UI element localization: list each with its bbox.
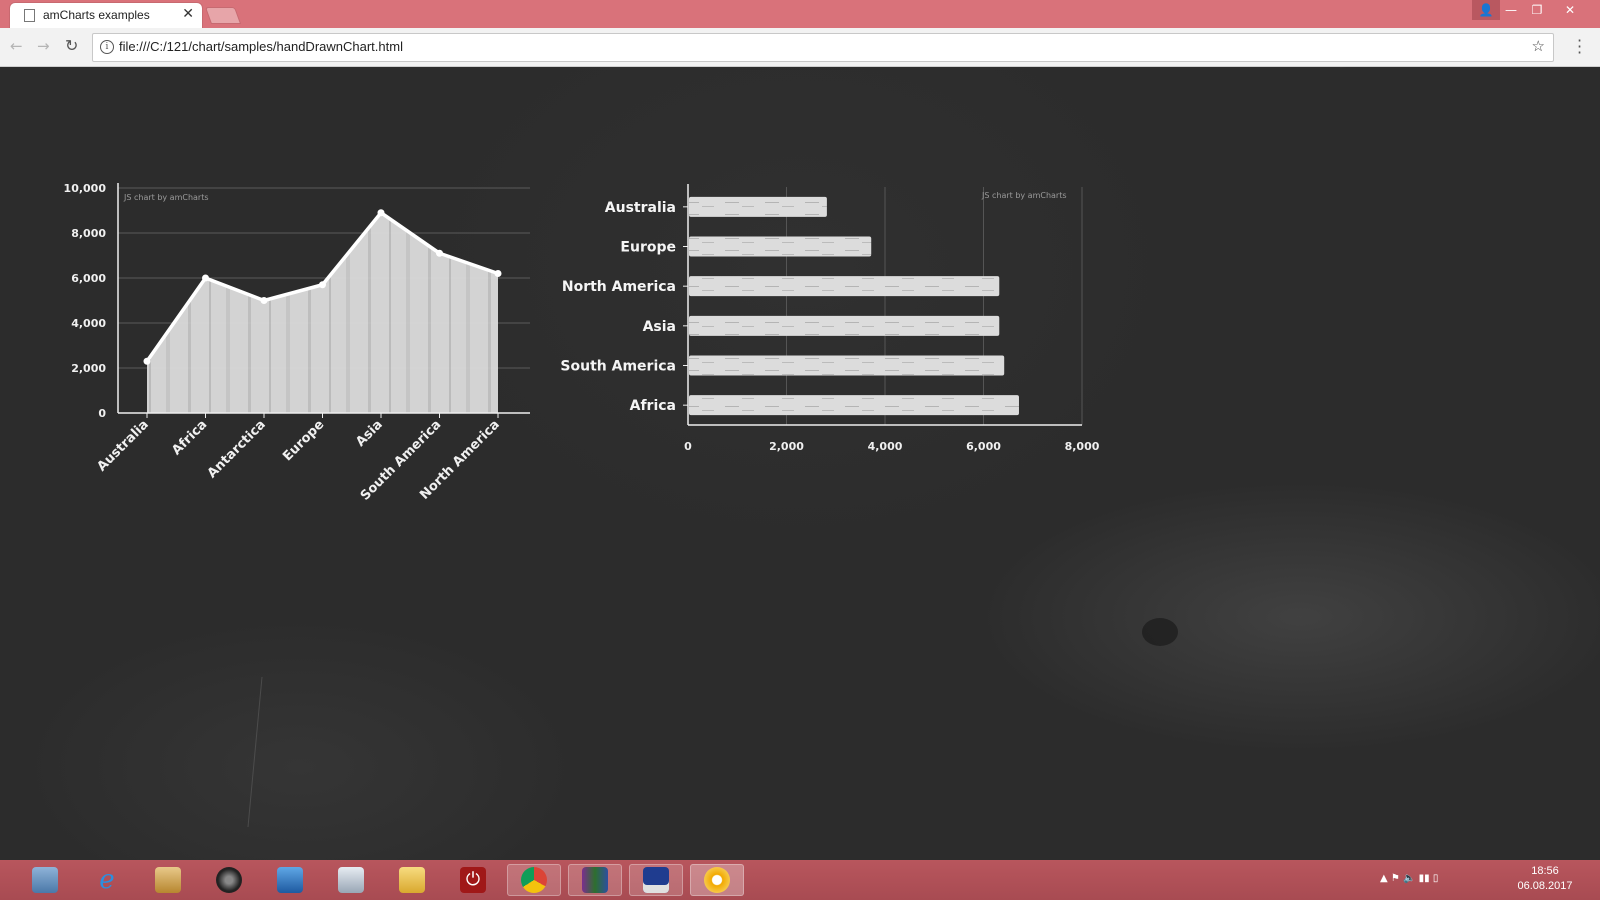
bookmark-star-icon[interactable]: ☆: [1532, 37, 1545, 55]
close-window-button[interactable]: ✕: [1550, 0, 1590, 20]
chart-watermark: JS chart by amCharts: [123, 193, 209, 202]
chrome-icon[interactable]: [507, 864, 561, 896]
y-tick-label: South America: [560, 359, 676, 375]
x-tick-label: Europe: [280, 417, 327, 464]
y-tick-label: Europe: [620, 240, 676, 256]
minimize-button[interactable]: —: [1498, 0, 1524, 20]
data-point: [319, 281, 326, 289]
x-tick-label: 0: [684, 440, 692, 453]
y-tick-label: Africa: [630, 398, 676, 414]
x-tick-label: 8,000: [1065, 440, 1100, 453]
y-tick-label: Asia: [643, 319, 676, 335]
x-tick-label: 6,000: [966, 440, 1001, 453]
address-bar[interactable]: i file:///C:/121/chart/samples/handDrawn…: [92, 33, 1554, 62]
y-tick-label: 0: [98, 407, 106, 420]
x-tick-label: Australia: [94, 417, 151, 474]
data-point: [143, 357, 151, 365]
clock-date: 06.08.2017: [1517, 880, 1573, 892]
browser-tab[interactable]: amCharts examples ✕: [10, 3, 202, 28]
x-tick-label: Africa: [169, 417, 210, 458]
x-tick-label: Asia: [353, 417, 386, 450]
data-point: [202, 274, 209, 282]
area-chart: 0 2,000 4,000 6,000 8,000 10,000 Australia Afri…: [64, 182, 530, 504]
bar: [689, 355, 1005, 376]
back-arrow-icon[interactable]: ←: [10, 37, 23, 55]
tab-title: amCharts examples: [43, 8, 150, 22]
system-tray-icons[interactable]: ▲ ⚑ 🔈 ▮▮ ▯: [1380, 873, 1438, 884]
chrome-canary-icon[interactable]: [690, 864, 744, 896]
bar: [689, 395, 1019, 416]
url-text[interactable]: file:///C:/121/chart/samples/handDrawnCh…: [119, 39, 403, 54]
y-tick-label: 4,000: [71, 317, 106, 330]
chalkboard-page: 0 2,000 4,000 6,000 8,000 10,000 Australia Afri…: [0, 67, 1600, 860]
data-point: [377, 209, 385, 217]
winrar-icon[interactable]: [568, 864, 622, 896]
area-fill: [147, 212, 498, 413]
power-app-icon[interactable]: ⏻: [446, 864, 500, 896]
save-app-icon[interactable]: [629, 864, 683, 896]
y-tick-label: 8,000: [71, 227, 106, 240]
maximize-button[interactable]: ❐: [1524, 0, 1550, 20]
bar: [689, 196, 827, 217]
y-tick-label: 10,000: [64, 182, 107, 195]
y-tick-label: 6,000: [71, 272, 106, 285]
page-icon: [24, 9, 35, 22]
new-tab-button[interactable]: [204, 7, 242, 24]
forward-arrow-icon[interactable]: →: [37, 37, 50, 55]
close-tab-icon[interactable]: ✕: [182, 6, 194, 22]
browser-toolbar: ← → ↻ i file:///C:/121/chart/samples/han…: [0, 28, 1600, 67]
data-point: [436, 249, 443, 257]
charts-canvas: 0 2,000 4,000 6,000 8,000 10,000 Australia Afri…: [64, 67, 1347, 828]
internet-explorer-icon[interactable]: e: [80, 864, 134, 896]
y-tick-label: North America: [562, 279, 676, 295]
reload-icon[interactable]: ↻: [65, 36, 78, 55]
info-icon[interactable]: i: [100, 40, 114, 54]
y-tick-label: Australia: [605, 200, 676, 216]
taskbar: e ⏻ ▲ ⚑ 🔈 ▮▮ ▯ 18:56 06.08.2017: [0, 860, 1600, 900]
settings-app-icon[interactable]: [263, 864, 317, 896]
file-explorer-icon[interactable]: [385, 864, 439, 896]
clock-time: 18:56: [1531, 865, 1559, 877]
bar-chart: 0 2,000 4,000 6,000 8,000 Australia Europe Nort…: [560, 184, 1100, 453]
clock[interactable]: 18:56 06.08.2017: [1505, 864, 1585, 894]
x-tick-label: Antarctica: [205, 417, 269, 481]
monitor-app-icon[interactable]: [324, 864, 378, 896]
speaker-app-icon[interactable]: [202, 864, 256, 896]
docs-icon[interactable]: [18, 864, 72, 896]
menu-dots-icon[interactable]: · · ·: [1577, 33, 1582, 61]
y-tick-label: 2,000: [71, 362, 106, 375]
chart-watermark: JS chart by amCharts: [981, 191, 1067, 200]
tab-strip: amCharts examples ✕ 👤 — ❐ ✕: [0, 0, 1600, 28]
bar: [689, 236, 872, 257]
user-icon[interactable]: 👤: [1472, 0, 1500, 20]
x-tick-label: 4,000: [868, 440, 903, 453]
x-tick-label: 2,000: [769, 440, 804, 453]
bar: [689, 276, 1000, 297]
bar: [689, 315, 1000, 336]
data-point: [260, 297, 268, 304]
app-icon[interactable]: [141, 864, 195, 896]
data-point: [494, 270, 502, 277]
